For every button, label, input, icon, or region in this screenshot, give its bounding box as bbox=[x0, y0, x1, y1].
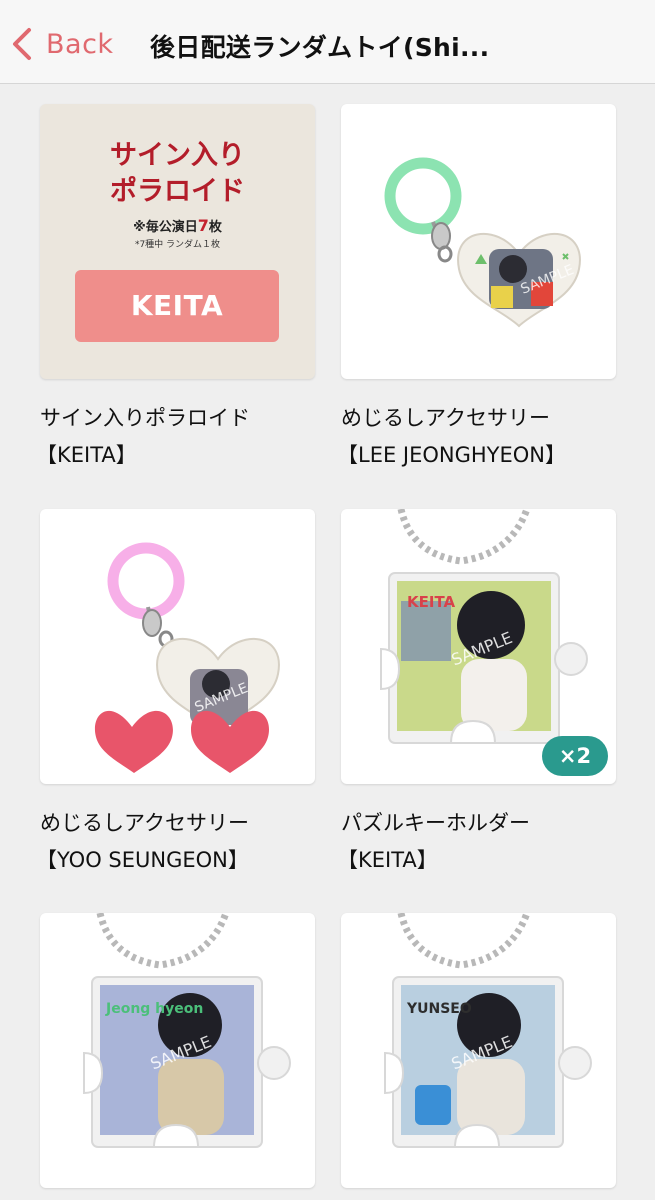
product-image[interactable]: サイン入り ポラロイド ※毎公演日7枚 *7種中 ランダム１枚 KEITA bbox=[40, 104, 315, 379]
product-image[interactable]: SAMPLE bbox=[341, 104, 616, 379]
chevron-left-icon bbox=[13, 28, 31, 60]
product-title[interactable]: めじるしアクセサリー 【LEE JEONGHYEON】 bbox=[337, 400, 641, 474]
product-name: めじるしアクセサリー bbox=[40, 811, 249, 835]
product-title[interactable]: パズルキーホルダー 【KEITA】 bbox=[337, 805, 641, 879]
product-member: 【YOO SEUNGEON】 bbox=[36, 848, 249, 872]
image-note: ※毎公演日7枚 bbox=[133, 216, 222, 235]
product-image[interactable]: KEITA SAMPLE ×2 bbox=[341, 509, 616, 784]
product-member: 【LEE JEONGHYEON】 bbox=[337, 443, 567, 467]
page-title: 後日配送ランダムトイ(Shi... bbox=[150, 33, 490, 62]
image-note-secondary: *7種中 ランダム１枚 bbox=[134, 240, 221, 250]
svg-text:KEITA: KEITA bbox=[407, 593, 456, 611]
image-title-line2: ポラロイド bbox=[110, 176, 245, 207]
product-name: めじるしアクセサリー bbox=[341, 406, 550, 430]
heart-charm-image: SAMPLE bbox=[384, 157, 581, 328]
svg-text:Jeong hyeon: Jeong hyeon bbox=[105, 1001, 203, 1017]
puzzle-keyholder-image: YUNSEO SAMPLE bbox=[384, 913, 592, 1148]
back-button[interactable]: Back bbox=[10, 24, 114, 64]
product-image[interactable]: SAMPLE bbox=[40, 509, 315, 784]
svg-text:YUNSEO: YUNSEO bbox=[406, 1001, 472, 1017]
back-label: Back bbox=[46, 28, 114, 60]
member-label-block: KEITA bbox=[75, 270, 279, 342]
nav-bar: Back 後日配送ランダムトイ(Shi... bbox=[0, 0, 655, 84]
heart-charm-image: SAMPLE bbox=[94, 542, 280, 773]
quantity-badge[interactable]: ×2 bbox=[542, 736, 608, 776]
product-name: パズルキーホルダー bbox=[341, 811, 530, 835]
product-member: 【KEITA】 bbox=[337, 848, 438, 872]
product-title[interactable]: めじるしアクセサリー 【YOO SEUNGEON】 bbox=[36, 805, 340, 879]
product-image[interactable]: Jeong hyeon SAMPLE bbox=[40, 913, 315, 1188]
puzzle-keyholder-image: Jeong hyeon SAMPLE bbox=[83, 913, 291, 1148]
product-member: 【KEITA】 bbox=[36, 443, 137, 467]
product-name: サイン入りポラロイド bbox=[40, 406, 250, 430]
image-title-line1: サイン入り bbox=[110, 140, 245, 171]
product-image[interactable]: YUNSEO SAMPLE bbox=[341, 913, 616, 1188]
product-title[interactable]: サイン入りポラロイド 【KEITA】 bbox=[36, 400, 340, 474]
